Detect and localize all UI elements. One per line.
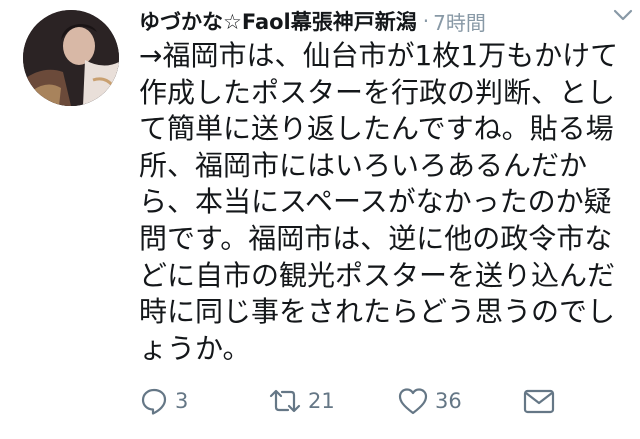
separator-dot: · [422, 9, 430, 33]
envelope-icon [523, 389, 555, 414]
reply-count: 3 [175, 389, 189, 413]
tweet-text-line: ょうか。 [139, 331, 251, 365]
tweet-text-line: 時に同じ事をされたらどう思うのでし [139, 295, 616, 329]
tweet-text-line: →福岡市は、仙台市が1枚1万もかけて [139, 39, 619, 72]
chevron-down-icon[interactable] [612, 6, 634, 24]
tweet-actions: 3 21 36 [139, 383, 619, 419]
tweet-text-line: どに自市の観光ポスターを送り込んだ [139, 258, 616, 292]
tweet-text: →福岡市は、仙台市が1枚1万もかけて 作成したポスターを行政の判断、とし て簡単… [139, 38, 629, 367]
avatar[interactable] [23, 10, 119, 106]
reply-button[interactable]: 3 [139, 383, 188, 419]
avatar-image [23, 10, 119, 106]
heart-icon [398, 388, 428, 415]
display-name[interactable]: ゆづかな☆Faol幕張神戸新潟 [139, 6, 417, 36]
like-button[interactable]: 36 [397, 383, 462, 419]
retweet-icon [269, 389, 301, 413]
tweet-text-line: ら、本当にスペースがなかったのか疑 [139, 185, 612, 219]
direct-message-button[interactable] [522, 383, 556, 419]
retweet-count: 21 [308, 389, 335, 413]
timestamp[interactable]: 7時間 [433, 7, 486, 36]
like-count: 36 [435, 389, 462, 413]
tweet-header: ゆづかな☆Faol幕張神戸新潟 · 7時間 [139, 6, 626, 36]
retweet-button[interactable]: 21 [268, 383, 335, 419]
tweet-text-line: 問です。福岡市は、逆に他の政令市な [139, 221, 613, 255]
tweet-text-line: 作成したポスターを行政の判断、とし [139, 75, 616, 109]
tweet-text-line: て簡単に送り返したんですね。貼る場 [139, 112, 614, 146]
reply-icon [141, 388, 167, 415]
tweet-text-line: 所、福岡市にはいろいろあるんだか [139, 148, 588, 182]
